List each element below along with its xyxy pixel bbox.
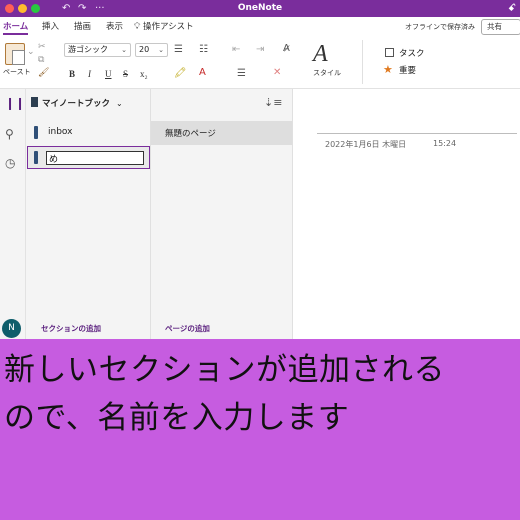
- highlight-icon[interactable]: 🖍︎: [174, 68, 187, 79]
- font-size-value: 20: [139, 45, 150, 54]
- tab-view[interactable]: 表示: [106, 20, 123, 35]
- tab-home[interactable]: ホーム: [3, 20, 29, 35]
- pages-pane: ⇣≡ 無題のページ ページの追加: [151, 89, 293, 339]
- paste-label: ペースト: [3, 68, 31, 76]
- font-name-select[interactable]: 游ゴシック ⌄: [64, 43, 131, 57]
- user-icon[interactable]: ꗃ: [508, 0, 516, 17]
- ribbon-toolbar: ⌄ ペースト ✂ ⧉ 🖌︎ 游ゴシック ⌄ 20 ⌄ B I U S x₂ ☰ …: [0, 37, 520, 89]
- font-color-icon[interactable]: A: [199, 67, 206, 78]
- font-name-value: 游ゴシック: [68, 45, 108, 54]
- chevron-down-icon: ⌄: [158, 46, 164, 54]
- section-color-tab: [34, 126, 38, 139]
- strikethrough-button[interactable]: S: [123, 69, 128, 79]
- underline-button[interactable]: U: [105, 69, 112, 79]
- notebook-selector[interactable]: マイノートブック ⌄: [31, 97, 123, 109]
- search-icon[interactable]: ⚲: [5, 127, 14, 141]
- caption-line-1: 新しいセクションが追加される: [4, 352, 445, 388]
- italic-button[interactable]: I: [88, 69, 91, 79]
- ribbon-tabs: ホーム 挿入 描画 表示 💡︎ 操作アシスト オフラインで保存済み 共有: [0, 17, 520, 37]
- tag-task[interactable]: タスク: [399, 47, 425, 59]
- paste-dropdown-icon[interactable]: ⌄: [27, 47, 35, 57]
- caption-overlay: 新しいセクションが追加される ので、名前を入力します: [0, 339, 520, 520]
- page-title: 無題のページ: [165, 129, 216, 139]
- chevron-down-icon: ⌄: [121, 46, 127, 54]
- tags-panel: タスク ★ 重要: [362, 40, 520, 84]
- add-page-button[interactable]: ページの追加: [165, 323, 210, 334]
- page-time: 15:24: [433, 139, 457, 148]
- increase-indent-icon[interactable]: ⇥: [256, 44, 264, 55]
- sort-icon[interactable]: ⇣≡: [264, 96, 282, 109]
- title-rule: [317, 133, 517, 134]
- avatar[interactable]: N: [2, 319, 21, 338]
- title-bar: ↶ ↷ ··· OneNote ꗃ: [0, 0, 520, 17]
- clear-formatting-icon[interactable]: ✕: [273, 67, 281, 78]
- share-button[interactable]: 共有: [481, 19, 520, 35]
- tab-tell-me[interactable]: 💡︎ 操作アシスト: [134, 20, 194, 35]
- bold-button[interactable]: B: [69, 69, 75, 79]
- section-name-input[interactable]: [46, 151, 144, 165]
- format-painter-icon[interactable]: 🖌︎: [38, 68, 49, 78]
- section-item-inbox[interactable]: inbox: [28, 123, 148, 142]
- caption-line-2: ので、名前を入力します: [4, 400, 350, 436]
- section-label: inbox: [48, 127, 73, 137]
- page-canvas[interactable]: 2022年1月6日 木曜日 15:24: [293, 89, 520, 339]
- star-icon: ★: [383, 63, 393, 76]
- tab-draw[interactable]: 描画: [74, 20, 91, 35]
- notebook-name: マイノートブック: [42, 99, 111, 109]
- bullet-list-icon[interactable]: ☰: [174, 44, 183, 55]
- tab-tell-me-label: 操作アシスト: [143, 22, 194, 32]
- cut-icon[interactable]: ✂: [38, 42, 46, 52]
- chevron-down-icon: ⌄: [115, 99, 123, 108]
- font-size-select[interactable]: 20 ⌄: [135, 43, 168, 57]
- page-date: 2022年1月6日 木曜日: [325, 140, 407, 149]
- tag-important[interactable]: 重要: [399, 64, 416, 76]
- page-item[interactable]: 無題のページ: [151, 121, 292, 145]
- new-section-item[interactable]: [27, 146, 150, 169]
- styles-icon[interactable]: A: [313, 41, 328, 68]
- notebook-icon: [31, 97, 38, 107]
- notebooks-icon[interactable]: ❙❙: [5, 96, 25, 110]
- checkbox-icon: [385, 48, 394, 57]
- spell-check-icon[interactable]: A̷: [283, 43, 290, 54]
- recent-icon[interactable]: ◷: [5, 156, 15, 170]
- numbered-list-icon[interactable]: ☷: [199, 44, 208, 55]
- align-icon[interactable]: ☰: [237, 68, 246, 79]
- app-title: OneNote: [237, 3, 283, 13]
- paste-icon[interactable]: [5, 43, 25, 65]
- lightbulb-icon: 💡︎: [134, 22, 141, 32]
- copy-icon[interactable]: ⧉: [38, 55, 44, 65]
- share-button-label: 共有: [487, 22, 502, 31]
- add-section-button[interactable]: セクションの追加: [41, 323, 101, 334]
- sync-status: オフラインで保存済み: [405, 23, 475, 31]
- sections-pane: マイノートブック ⌄ inbox セクションの追加: [26, 89, 151, 339]
- tab-insert[interactable]: 挿入: [42, 20, 59, 35]
- decrease-indent-icon[interactable]: ⇤: [232, 44, 240, 55]
- subscript-button[interactable]: x₂: [140, 69, 148, 79]
- nav-rail: ❙❙ ⚲ ◷ N: [0, 89, 26, 339]
- section-color-tab: [34, 151, 38, 164]
- styles-label: スタイル: [313, 69, 341, 77]
- avatar-initial: N: [8, 323, 15, 333]
